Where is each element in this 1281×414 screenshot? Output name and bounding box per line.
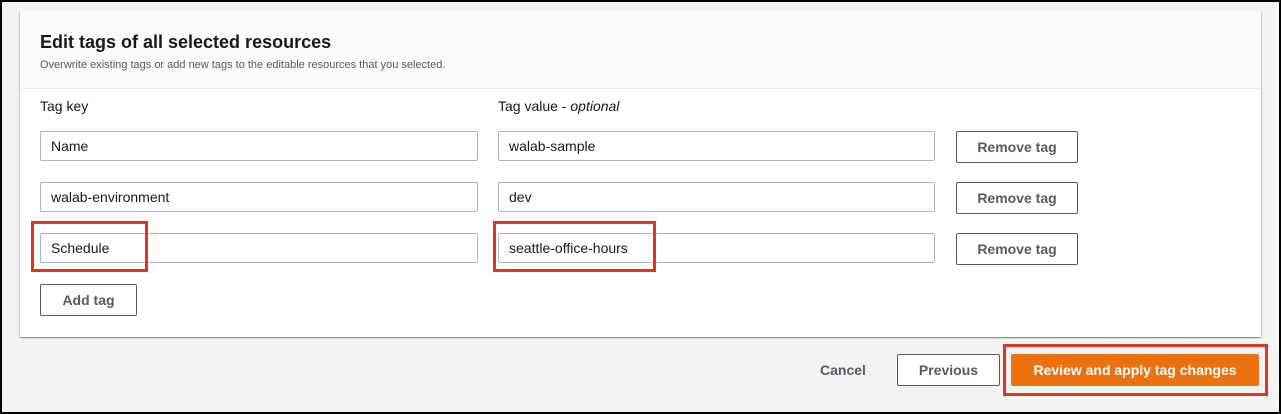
tag-value-label: Tag value - optional — [498, 98, 619, 114]
add-tag-button[interactable]: Add tag — [40, 284, 137, 316]
cancel-button[interactable]: Cancel — [820, 362, 866, 378]
tag-value-input-2[interactable]: dev — [498, 182, 935, 212]
tag-key-input-2[interactable]: walab-environment — [40, 182, 478, 212]
remove-tag-button-1[interactable]: Remove tag — [956, 131, 1078, 163]
tag-key-input-3[interactable]: Schedule — [40, 233, 478, 263]
tag-key-input-1[interactable]: Name — [40, 131, 478, 161]
tag-key-label: Tag key — [40, 98, 89, 114]
tag-value-label-text: Tag value - — [498, 98, 571, 114]
remove-tag-button-2[interactable]: Remove tag — [956, 182, 1078, 214]
panel-header: Edit tags of all selected resources Over… — [20, 11, 1261, 89]
review-and-apply-button[interactable]: Review and apply tag changes — [1011, 354, 1259, 386]
tag-value-optional: optional — [570, 98, 620, 114]
previous-button[interactable]: Previous — [897, 354, 1000, 386]
tag-value-input-1[interactable]: walab-sample — [498, 131, 935, 161]
remove-tag-button-3[interactable]: Remove tag — [956, 233, 1078, 265]
panel-title: Edit tags of all selected resources — [40, 32, 332, 52]
edit-tags-panel: Edit tags of all selected resources Over… — [20, 11, 1261, 337]
tag-value-input-3[interactable]: seattle-office-hours — [498, 233, 935, 263]
panel-description: Overwrite existing tags or add new tags … — [40, 59, 446, 71]
